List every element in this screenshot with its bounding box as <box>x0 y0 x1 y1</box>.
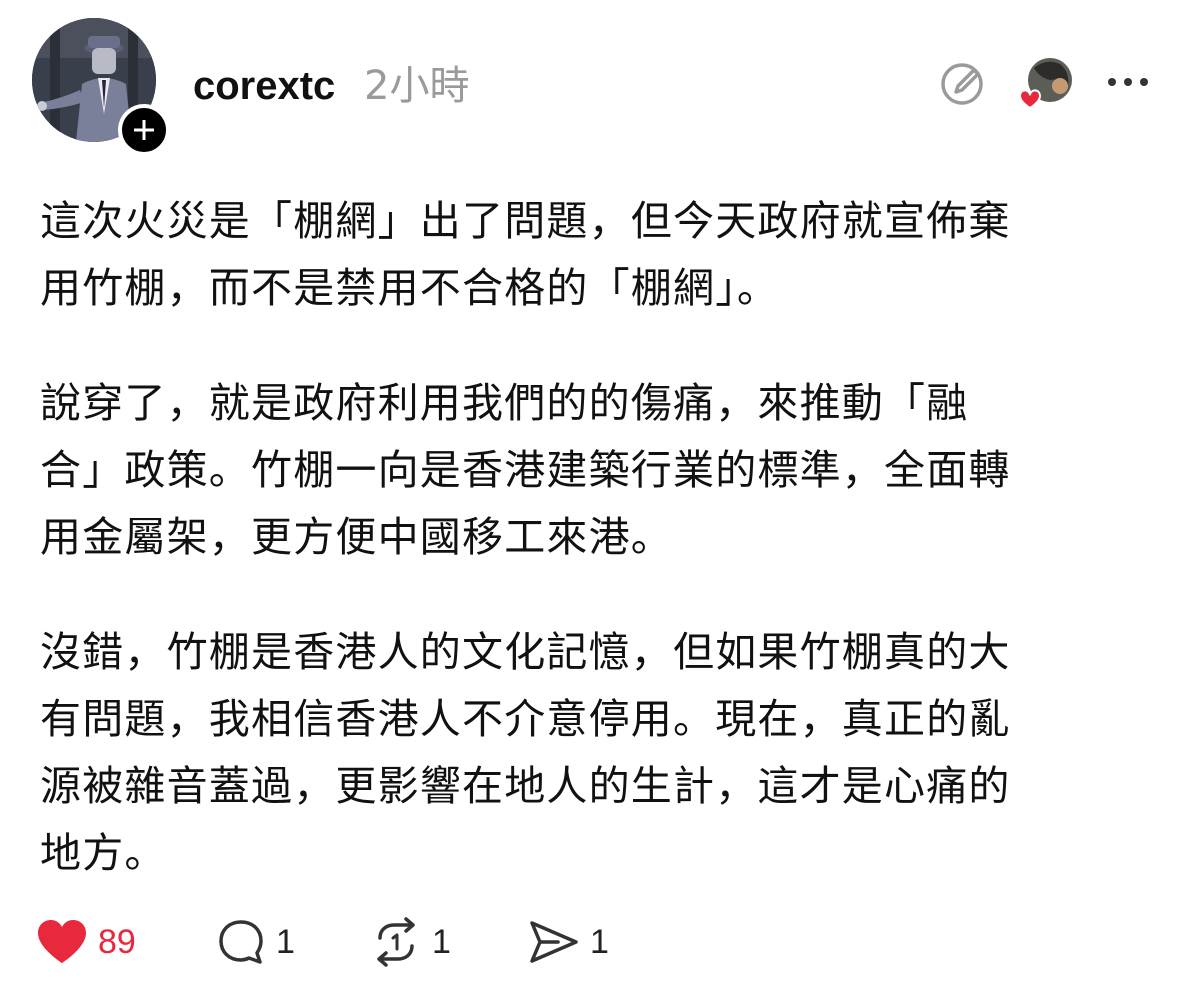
edit-button[interactable] <box>936 56 992 112</box>
repost-button[interactable]: 1 <box>370 912 451 972</box>
text-line: 沒錯，竹棚是香港人的文化記憶，但如果竹棚真的大 <box>40 628 1011 676</box>
text-line: 合」政策。竹棚一向是香港建築行業的標準，全面轉 <box>40 446 1011 494</box>
like-button[interactable]: 89 <box>36 912 136 972</box>
text-line: 源被雜音蓋過，更影響在地人的生計，這才是心痛的 <box>40 762 1011 810</box>
text-line: 說穿了，就是政府利用我們的的傷痛，來推動「融 <box>40 379 969 427</box>
post-timestamp: 2小時 <box>364 63 470 109</box>
reply-count: 1 <box>276 922 295 961</box>
author-username[interactable]: corextc <box>193 56 335 116</box>
more-dots-icon <box>1108 78 1148 86</box>
text-line: 用竹棚，而不是禁用不合格的「棚網」。 <box>40 264 780 312</box>
text-line: 用金屬架，更方便中國移工來港。 <box>40 513 673 561</box>
reply-button[interactable]: 1 <box>216 912 295 972</box>
liker-avatar[interactable] <box>1018 56 1072 110</box>
repost-icon <box>377 917 415 967</box>
post-paragraph: 這次火災是「棚網」出了問題，但今天政府就宣佈棄 用竹棚，而不是禁用不合格的「棚網… <box>40 188 1130 322</box>
post-actions: 89 1 1 1 <box>36 912 736 972</box>
header-actions <box>932 52 1172 122</box>
send-icon <box>530 921 578 963</box>
comment-icon <box>219 920 263 964</box>
text-line: 地方。 <box>40 829 167 877</box>
post-body: 這次火災是「棚網」出了問題，但今天政府就宣佈棄 用竹棚，而不是禁用不合格的「棚網… <box>40 188 1130 935</box>
author-avatar-container[interactable] <box>32 18 170 156</box>
liker-avatar-icon <box>1018 58 1072 110</box>
plus-icon <box>134 120 154 140</box>
heart-icon <box>38 920 86 963</box>
follow-button[interactable] <box>118 104 170 156</box>
text-line: 這次火災是「棚網」出了問題，但今天政府就宣佈棄 <box>40 197 1011 245</box>
more-options-button[interactable] <box>1104 72 1160 92</box>
edit-icon <box>941 63 983 105</box>
post-paragraph: 說穿了，就是政府利用我們的的傷痛，來推動「融 合」政策。竹棚一向是香港建築行業的… <box>40 370 1130 571</box>
thread-post: corextc 2小時 這次火災是「棚網」出了問題，但今天政府就宣佈棄 用竹棚，… <box>0 0 1200 998</box>
like-count: 89 <box>98 922 136 961</box>
text-line: 有問題，我相信香港人不介意停用。現在，真正的亂 <box>40 695 1011 743</box>
post-paragraph: 沒錯，竹棚是香港人的文化記憶，但如果竹棚真的大 有問題，我相信香港人不介意停用。… <box>40 619 1130 887</box>
share-count: 1 <box>590 922 609 961</box>
share-button[interactable]: 1 <box>528 912 609 972</box>
repost-count: 1 <box>432 922 451 961</box>
